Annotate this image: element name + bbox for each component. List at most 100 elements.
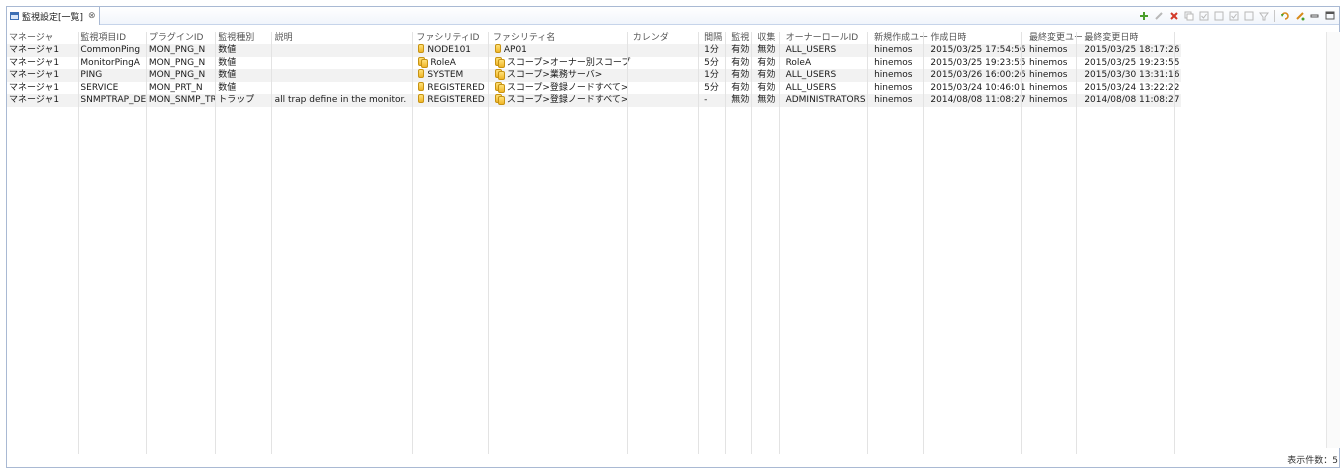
disable-icon[interactable]: [1214, 11, 1224, 21]
table-cell: hinemos: [1026, 69, 1083, 82]
column-header[interactable]: 最終変更ユーザ: [1027, 32, 1082, 44]
table-cell: MON_PNG_N: [146, 69, 217, 82]
column-header[interactable]: 最終変更日時: [1082, 32, 1181, 44]
cell-text: スコープ>オーナー別スコープ>シ: [506, 57, 631, 68]
table-cell: 数値: [218, 82, 237, 93]
scope-icon: [494, 69, 505, 81]
enable-collect-icon[interactable]: [1229, 11, 1239, 21]
table-cell: ALL_USERS: [783, 44, 873, 57]
table-cell: SERVICE: [80, 82, 119, 93]
table-cell: [631, 82, 702, 95]
table-cell: トラップ: [216, 94, 273, 107]
facility-name-cell: スコープ>業務サーバ>: [490, 69, 631, 82]
delete-icon[interactable]: [1169, 11, 1179, 21]
table-cell: hinemos: [874, 57, 913, 68]
monitor-table: マネージャ 監視項目ID プラグインID 監視種別 説明 ファシリティID ファ…: [7, 32, 1181, 107]
table-cell: 2015/03/24 10:46:01: [930, 82, 1026, 93]
toolbar-separator: [1274, 10, 1275, 22]
scope-icon: [494, 81, 505, 93]
disable-collect-icon[interactable]: [1244, 11, 1254, 21]
enable-icon[interactable]: [1199, 11, 1209, 21]
facility-id-cell: RoleA: [414, 56, 490, 70]
table-cell: MON_PRT_N: [148, 82, 203, 93]
table-cell: hinemos: [874, 82, 913, 93]
table-cell: [630, 94, 703, 107]
cell-text: RoleA: [430, 57, 456, 68]
column-header[interactable]: 新規作成ユーザ: [872, 32, 928, 44]
grid-line: [698, 32, 699, 454]
table-row[interactable]: マネージャ1 SNMPTRAP_DEF MON_SNMP_TR トラップ all tra…: [7, 94, 1181, 107]
clear-filter-icon[interactable]: [1295, 11, 1305, 21]
scope-icon: [494, 56, 505, 68]
table-cell: 数値: [218, 57, 237, 68]
facility-name-cell: スコープ>オーナー別スコープ>シ: [491, 56, 631, 70]
table-cell: [630, 44, 703, 57]
table-cell: [630, 69, 703, 82]
node-icon: [418, 44, 425, 54]
grid-line: [1076, 32, 1077, 454]
grid-line: [751, 32, 752, 454]
table-cell: [272, 44, 415, 57]
table-cell: ALL_USERS: [783, 69, 873, 82]
table-cell: SNMPTRAP_DEF: [78, 94, 147, 107]
close-icon[interactable]: ⊗: [88, 11, 96, 21]
table-cell: RoleA: [785, 57, 812, 68]
table-cell: MON_PNG_N: [148, 57, 206, 68]
table-row[interactable]: マネージャ1 CommonPing MON_PNG_N 数値 NODE101 AP01 1分…: [7, 44, 1181, 57]
table-cell: [273, 82, 415, 95]
column-header[interactable]: オーナーロールID: [784, 32, 873, 44]
column-header[interactable]: ファシリティ名: [491, 32, 631, 44]
table-cell: マネージャ1: [7, 94, 79, 107]
table-cell: 2014/08/08 11:08:27: [928, 94, 1027, 107]
table-cell: PING: [78, 69, 147, 82]
column-header[interactable]: マネージャ: [7, 32, 78, 44]
table-cell: hinemos: [872, 44, 929, 57]
column-header[interactable]: 監視項目ID: [78, 32, 146, 44]
column-header[interactable]: ファシリティID: [414, 32, 490, 44]
table-cell: hinemos: [1026, 44, 1083, 57]
grid-line: [627, 32, 628, 454]
edit-icon[interactable]: [1154, 11, 1164, 21]
table-row[interactable]: マネージャ1 SERVICE MON_PRT_N 数値 REGISTERED スコープ>登…: [7, 81, 1181, 95]
facility-name-cell: スコープ>登録ノードすべて>: [491, 81, 631, 95]
table-row[interactable]: マネージャ1 PING MON_PNG_N 数値 SYSTEM スコープ>業務サーバ> 1分…: [7, 69, 1181, 82]
filter-icon[interactable]: [1259, 11, 1269, 21]
minimize-icon[interactable]: [1310, 11, 1320, 21]
maximize-icon[interactable]: [1325, 11, 1335, 21]
view-tab-bar: 監視設定[一覧] ⊗: [7, 7, 1339, 25]
column-header[interactable]: プラグインID: [147, 32, 216, 44]
table-cell: 2015/03/25 17:54:56: [928, 44, 1027, 57]
grid-line: [867, 32, 868, 454]
column-header[interactable]: 監視種別: [216, 32, 272, 44]
table-row[interactable]: マネージャ1 MonitorPingA MON_PNG_N 数値 RoleA スコープ>オ…: [7, 56, 1181, 70]
vertical-scrollbar[interactable]: [1326, 32, 1340, 448]
node-icon: [418, 81, 425, 91]
table-cell: 数値: [216, 69, 273, 82]
grid-line: [1021, 32, 1022, 454]
table-cell: 2015/03/25 19:23:55: [930, 57, 1026, 68]
cell-text: REGISTERED: [427, 95, 485, 106]
column-header[interactable]: 説明: [273, 32, 415, 44]
column-header[interactable]: カレンダ: [631, 32, 702, 44]
table-cell: マネージャ1: [7, 69, 79, 82]
monitor-table-container: マネージャ 監視項目ID プラグインID 監視種別 説明 ファシリティID ファ…: [7, 32, 1327, 448]
grid-line: [146, 32, 147, 454]
table-cell: hinemos: [1028, 57, 1068, 68]
table-cell: CommonPing: [78, 44, 147, 57]
refresh-icon[interactable]: [1280, 11, 1290, 21]
add-icon[interactable]: [1139, 11, 1149, 21]
grid-line: [488, 32, 489, 454]
cell-text: NODE101: [427, 45, 472, 56]
facility-name-cell: スコープ>登録ノードすべて>: [490, 94, 631, 107]
grid-line: [78, 32, 79, 454]
facility-id-cell: REGISTERED: [414, 94, 491, 107]
tab-monitor-list[interactable]: 監視設定[一覧] ⊗: [7, 7, 100, 25]
table-cell: hinemos: [1028, 82, 1068, 93]
scope-icon: [494, 94, 505, 106]
cell-text: REGISTERED: [427, 82, 485, 93]
scope-icon: [418, 56, 429, 68]
cell-text: スコープ>登録ノードすべて>: [506, 95, 629, 106]
table-cell: hinemos: [1026, 94, 1083, 107]
copy-icon[interactable]: [1184, 11, 1194, 21]
column-header[interactable]: 作成日時: [928, 32, 1027, 44]
